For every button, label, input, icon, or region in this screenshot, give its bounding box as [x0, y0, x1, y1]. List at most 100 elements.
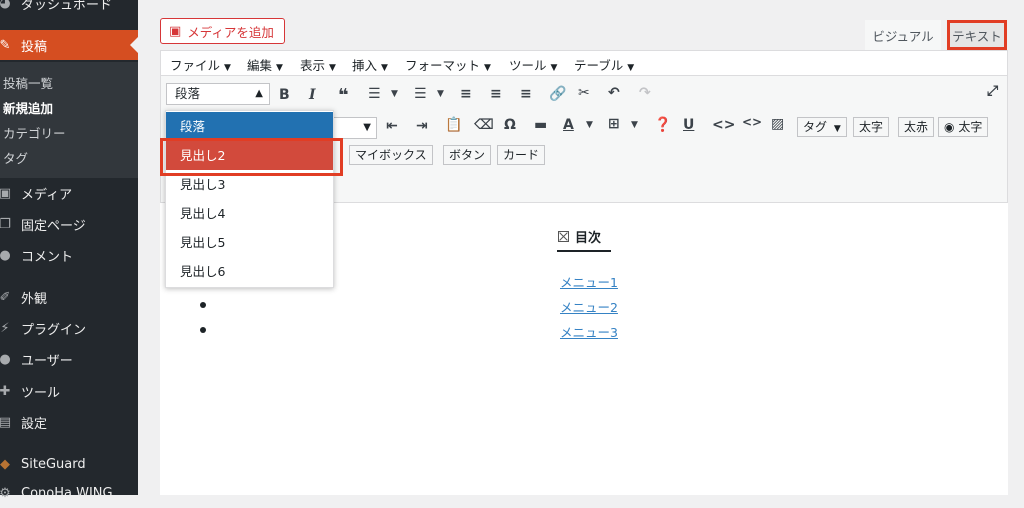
numbered-list-icon[interactable]: ☰ [414, 86, 427, 102]
caret-down-icon[interactable]: ▼ [631, 120, 638, 130]
align-right-icon[interactable]: ≡ [520, 86, 532, 102]
caret-down-icon[interactable]: ▼ [437, 89, 444, 99]
paste-text-icon[interactable]: 📋 [445, 117, 462, 133]
caret-down-icon[interactable]: ▼ [586, 120, 593, 130]
undo-icon[interactable]: ↶ [608, 85, 620, 101]
sidebar-item-users[interactable]: ● ユーザー [0, 344, 138, 374]
caret-down-icon: ▼ [363, 122, 371, 133]
inline-code-icon[interactable]: <> [742, 115, 762, 129]
sidebar-item-label: ConoHa WING [21, 485, 113, 501]
submenu-add-new[interactable]: 新規追加 [3, 98, 53, 117]
link-icon[interactable]: 🔗 [549, 86, 566, 102]
omega-icon[interactable]: Ω [504, 117, 516, 133]
format-option-h4[interactable]: 見出し4 [166, 199, 333, 228]
mybox-button[interactable]: マイボックス [349, 145, 433, 165]
unlink-icon[interactable]: ✂ [578, 85, 590, 101]
sidebar-item-pages[interactable]: ❐ 固定ページ [0, 209, 138, 239]
list-bullet [200, 302, 206, 308]
menu-file[interactable]: ファイル ▼ [170, 55, 231, 74]
submenu-tags[interactable]: タグ [3, 148, 28, 167]
sidebar-item-label: プラグイン [21, 322, 87, 338]
menu-tools[interactable]: ツール ▼ [509, 55, 557, 74]
italic-icon[interactable]: I [309, 87, 316, 103]
add-media-button[interactable]: ▣ メディアを追加 [160, 18, 285, 44]
sidebar-item-comments[interactable]: ● コメント [0, 240, 138, 270]
menu-label: 挿入 [352, 58, 378, 73]
fullscreen-icon[interactable]: ⤢ [987, 83, 998, 99]
pin-icon: ✎ [0, 37, 11, 53]
menu-edit[interactable]: 編集 ▼ [247, 55, 283, 74]
indent-right-icon[interactable]: ⇥ [416, 118, 428, 134]
toc-link[interactable]: メニュー1 [560, 272, 618, 291]
button-label: タグ [803, 120, 828, 134]
sidebar-item-label: 外観 [21, 291, 48, 307]
sidebar-item-posts[interactable]: ✎ 投稿 [0, 30, 138, 60]
text-color-icon[interactable]: A [563, 117, 574, 133]
posts-submenu: 投稿一覧 新規追加 カテゴリー タグ [0, 62, 138, 178]
toc-title: 目次 [558, 227, 601, 246]
caret-down-icon: ▼ [276, 63, 283, 73]
sidebar-item-label: ダッシュボード [21, 0, 113, 13]
sidebar-item-label: コメント [21, 249, 74, 265]
underline-icon[interactable]: U [683, 117, 694, 133]
menu-table[interactable]: テーブル ▼ [574, 55, 634, 74]
admin-sidebar: ◕ ダッシュボード ✎ 投稿 投稿一覧 新規追加 カテゴリー タグ ▣ メディア… [0, 0, 138, 501]
tab-text[interactable]: テキスト [947, 20, 1007, 50]
align-left-icon[interactable]: ≡ [460, 86, 472, 102]
redo-icon[interactable]: ↷ [639, 85, 651, 101]
menu-format[interactable]: フォーマット ▼ [405, 55, 491, 74]
format-option-h5[interactable]: 見出し5 [166, 228, 333, 257]
blockquote-icon[interactable]: ❝ [338, 85, 349, 106]
bold-red-button[interactable]: 太赤 [898, 117, 935, 137]
table-icon[interactable]: ⊞ [608, 116, 620, 132]
tag-select[interactable]: タグ ▼ [797, 117, 847, 137]
color-select[interactable]: ▼ [333, 117, 377, 139]
caret-down-icon[interactable]: ▼ [391, 89, 398, 99]
tab-visual[interactable]: ビジュアル [865, 20, 941, 50]
indent-left-icon[interactable]: ⇤ [386, 118, 398, 134]
menu-label: ツール [509, 58, 547, 73]
sidebar-item-tools[interactable]: ✚ ツール [0, 376, 138, 406]
settings-icon: ▤ [0, 414, 12, 430]
sidebar-item-label: ユーザー [21, 353, 73, 369]
sidebar-item-conoha[interactable]: ⚙ ConoHa WING [0, 478, 138, 508]
sidebar-item-plugins[interactable]: ⚡ プラグイン [0, 313, 138, 343]
sidebar-item-siteguard[interactable]: ◆ SiteGuard [0, 449, 138, 479]
align-center-icon[interactable]: ≡ [490, 86, 502, 102]
format-option-paragraph[interactable]: 段落 [166, 112, 333, 141]
format-option-h6[interactable]: 見出し6 [166, 257, 333, 286]
bold-user-button[interactable]: ◉ 太字 [938, 117, 989, 137]
help-icon[interactable]: ❓ [654, 117, 671, 133]
toc-link[interactable]: メニュー3 [560, 322, 618, 341]
toc-link[interactable]: メニュー2 [560, 297, 618, 316]
code-icon[interactable]: <> [712, 117, 735, 133]
card-button[interactable]: カード [497, 145, 546, 165]
dashboard-icon: ◕ [0, 0, 11, 11]
sidebar-item-dashboard[interactable]: ◕ ダッシュボード [0, 0, 138, 18]
image-icon[interactable]: ▨ [771, 116, 784, 132]
menu-view[interactable]: 表示 ▼ [300, 55, 336, 74]
bullet-list-icon[interactable]: ☰ [368, 86, 381, 102]
menu-insert[interactable]: 挿入 ▼ [352, 55, 388, 74]
toc-toggle-icon [558, 231, 569, 242]
media-icon: ▣ [0, 185, 12, 201]
sidebar-item-media[interactable]: ▣ メディア [0, 178, 138, 208]
format-select[interactable]: 段落 ▲ [166, 83, 270, 105]
menu-label: テーブル [574, 58, 624, 73]
list-bullet [200, 327, 206, 333]
bold-icon[interactable]: B [279, 87, 290, 103]
button-button[interactable]: ボタン [443, 145, 492, 165]
submenu-categories[interactable]: カテゴリー [3, 123, 66, 142]
wrench-icon: ✚ [0, 383, 11, 399]
add-media-label: メディアを追加 [187, 24, 274, 40]
submenu-all-posts[interactable]: 投稿一覧 [3, 73, 53, 92]
eraser-icon[interactable]: ⌫ [474, 117, 494, 133]
caret-down-icon: ▼ [550, 63, 558, 73]
bold-text-button[interactable]: 太字 [853, 117, 890, 137]
format-select-value: 段落 [175, 86, 201, 101]
horizontal-line-icon[interactable]: ▬ [534, 117, 547, 133]
sidebar-item-appearance[interactable]: ✐ 外観 [0, 282, 138, 312]
menu-label: フォーマット [405, 58, 481, 73]
sidebar-item-settings[interactable]: ▤ 設定 [0, 407, 138, 437]
comment-icon: ● [0, 247, 11, 263]
